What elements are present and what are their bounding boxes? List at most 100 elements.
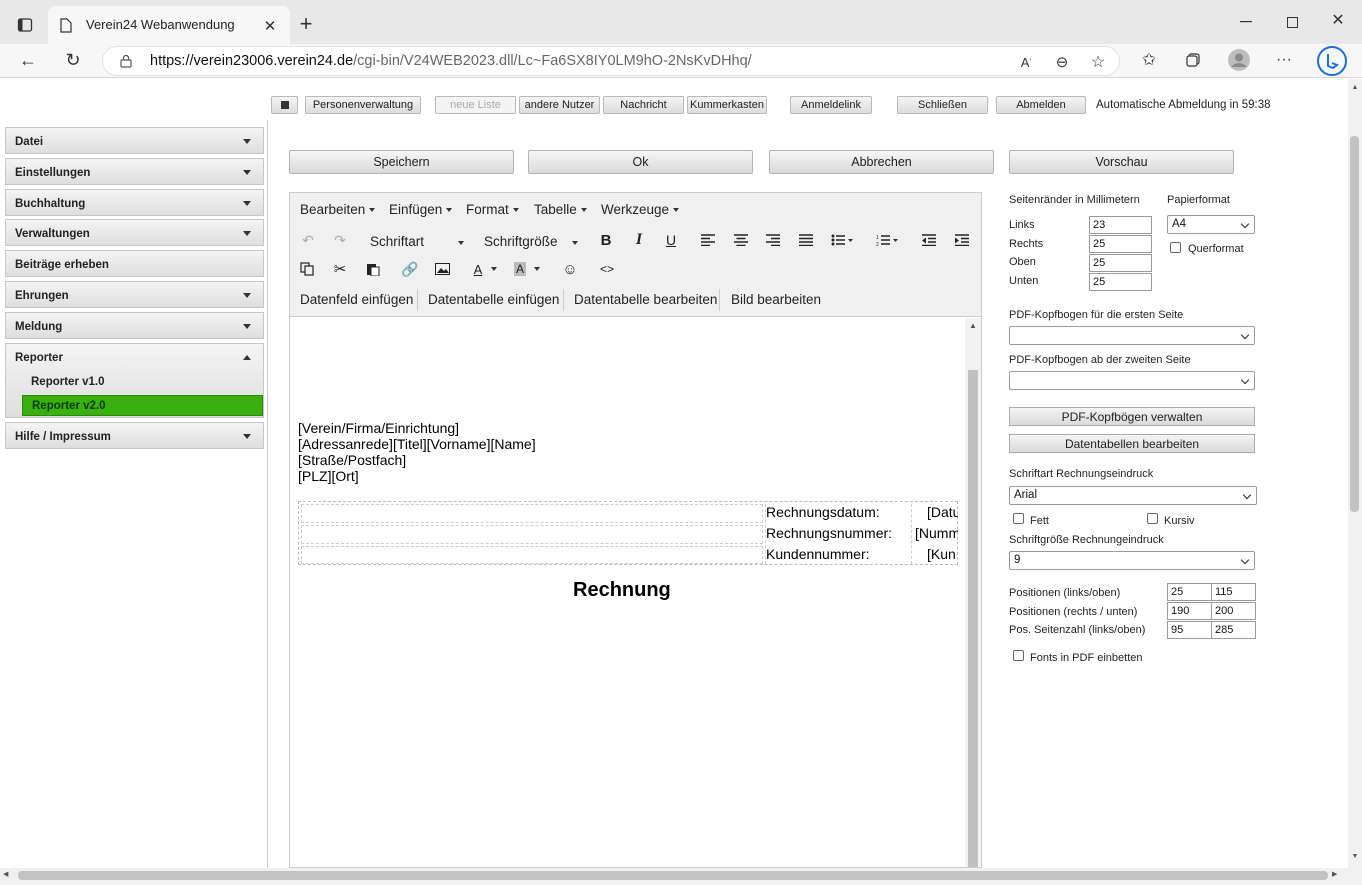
indent-icon[interactable] xyxy=(950,229,974,251)
page-vertical-scrollbar-thumb[interactable] xyxy=(1350,136,1359,512)
sidebar-item-einstellungen[interactable]: Einstellungen xyxy=(5,158,264,185)
add-favorite-icon[interactable]: ☆ xyxy=(1088,52,1108,72)
chevron-down-icon[interactable] xyxy=(530,258,544,280)
kummerkasten-button[interactable]: Kummerkasten xyxy=(687,96,767,114)
bullet-list-icon[interactable] xyxy=(830,229,854,251)
pdf-second-select[interactable] xyxy=(1009,371,1255,390)
link-icon[interactable]: 🔗 xyxy=(398,258,422,280)
align-right-icon[interactable] xyxy=(761,229,785,251)
close-tab-icon[interactable]: ✕ xyxy=(260,16,280,36)
menu-bearbeiten[interactable]: Bearbeiten xyxy=(300,202,376,217)
manage-pdf-button[interactable]: PDF-Kopfbögen verwalten xyxy=(1009,407,1255,426)
maximize-icon[interactable] xyxy=(1282,12,1302,32)
invoice-font-select[interactable]: Arial xyxy=(1009,486,1257,505)
invoice-heading[interactable]: Rechnung xyxy=(573,579,671,602)
pagenum-left-input[interactable] xyxy=(1167,621,1212,639)
collections-icon[interactable] xyxy=(1182,49,1204,71)
datenfeld-einfuegen-button[interactable]: Datenfeld einfügen xyxy=(300,292,413,307)
close-window-icon[interactable]: ✕ xyxy=(1328,10,1348,30)
scroll-down-icon[interactable]: ▼ xyxy=(1350,853,1360,863)
cancel-button[interactable]: Abbrechen xyxy=(769,150,994,174)
menu-format[interactable]: Format xyxy=(466,202,519,217)
datentabelle-einfuegen-button[interactable]: Datentabelle einfügen xyxy=(428,292,559,307)
sidebar-item-beitraege[interactable]: Beiträge erheben xyxy=(5,250,264,277)
align-left-icon[interactable] xyxy=(696,229,720,251)
menu-einfuegen[interactable]: Einfügen xyxy=(389,202,453,217)
favorites-icon[interactable]: ✩ xyxy=(1138,49,1160,71)
address-line[interactable]: [PLZ][Ort] xyxy=(298,468,359,484)
menu-werkzeuge[interactable]: Werkzeuge xyxy=(601,202,680,217)
sidebar-subitem-reporter-v2[interactable]: Reporter v2.0 xyxy=(22,395,263,416)
back-icon[interactable]: ← xyxy=(16,49,40,71)
datentabelle-bearbeiten-button[interactable]: Datentabelle bearbeiten xyxy=(574,292,717,307)
toggle-menu-button[interactable] xyxy=(271,96,298,114)
numbered-list-icon[interactable]: 12 xyxy=(875,229,899,251)
paper-format-select[interactable]: A4 xyxy=(1167,215,1255,234)
schliessen-button[interactable]: Schließen xyxy=(897,96,988,114)
bold-checkbox[interactable] xyxy=(1013,513,1024,524)
browser-tab[interactable]: Verein24 Webanwendung ✕ xyxy=(48,6,290,44)
reload-icon[interactable]: ↻ xyxy=(61,49,85,71)
source-code-icon[interactable]: <> xyxy=(595,258,619,280)
page-horizontal-scrollbar-thumb[interactable] xyxy=(18,871,1328,880)
bild-bearbeiten-button[interactable]: Bild bearbeiten xyxy=(731,292,821,307)
profile-avatar[interactable] xyxy=(1227,48,1251,72)
scroll-right-icon[interactable]: ▶ xyxy=(1332,870,1342,882)
font-size-select[interactable]: Schriftgröße xyxy=(484,234,578,249)
sidebar-item-buchhaltung[interactable]: Buchhaltung xyxy=(5,189,264,216)
address-line[interactable]: [Verein/Firma/Einrichtung] xyxy=(298,420,459,436)
sidebar-subitem-reporter-v1[interactable]: Reporter v1.0 xyxy=(22,372,263,393)
sidebar-item-hilfe[interactable]: Hilfe / Impressum xyxy=(5,422,264,449)
edit-tables-button[interactable]: Datentabellen bearbeiten xyxy=(1009,434,1255,453)
bing-icon[interactable] xyxy=(1316,45,1348,77)
scroll-left-icon[interactable]: ◀ xyxy=(3,870,13,882)
bold-icon[interactable]: B xyxy=(594,229,618,251)
scroll-up-icon[interactable]: ▲ xyxy=(968,321,978,331)
sidebar-item-ehrungen[interactable]: Ehrungen xyxy=(5,281,264,308)
emoticon-icon[interactable]: ☺ xyxy=(558,258,582,280)
position-top-input[interactable] xyxy=(1211,583,1256,601)
position-right-input[interactable] xyxy=(1167,602,1212,620)
font-family-select[interactable]: Schriftart xyxy=(370,234,464,249)
abmelden-button[interactable]: Abmelden xyxy=(996,96,1086,114)
align-center-icon[interactable] xyxy=(729,229,753,251)
menu-tabelle[interactable]: Tabelle xyxy=(534,202,587,217)
personenverwaltung-button[interactable]: Personenverwaltung xyxy=(305,96,421,114)
position-bottom-input[interactable] xyxy=(1211,602,1256,620)
nachricht-button[interactable]: Nachricht xyxy=(603,96,684,114)
align-justify-icon[interactable] xyxy=(794,229,818,251)
margin-bottom-input[interactable] xyxy=(1089,273,1152,291)
andere-nutzer-button[interactable]: andere Nutzer xyxy=(519,96,600,114)
background-color-icon[interactable]: A xyxy=(508,258,532,280)
cut-icon[interactable]: ✂ xyxy=(328,258,352,280)
preview-button[interactable]: Vorschau xyxy=(1009,150,1234,174)
address-line[interactable]: [Adressanrede][Titel][Vorname][Name] xyxy=(298,436,536,452)
address-line[interactable]: [Straße/Postfach] xyxy=(298,452,406,468)
sidebar-item-meldung[interactable]: Meldung xyxy=(5,312,264,339)
paste-icon[interactable] xyxy=(361,258,385,280)
anmeldelink-button[interactable]: Anmeldelink xyxy=(790,96,872,114)
ok-button[interactable]: Ok xyxy=(528,150,753,174)
sidebar-item-verwaltungen[interactable]: Verwaltungen xyxy=(5,219,264,246)
sidebar-item-datei[interactable]: Datei xyxy=(5,127,264,154)
landscape-checkbox[interactable] xyxy=(1170,242,1181,253)
save-button[interactable]: Speichern xyxy=(289,150,514,174)
scroll-up-icon[interactable]: ▲ xyxy=(1350,84,1360,94)
image-icon[interactable] xyxy=(430,258,454,280)
editor-scrollbar-thumb[interactable] xyxy=(968,370,978,867)
redo-icon[interactable]: ↷ xyxy=(328,229,352,251)
new-tab-icon[interactable]: + xyxy=(294,11,318,36)
chevron-down-icon[interactable] xyxy=(487,258,501,280)
read-aloud-icon[interactable]: Aʼ xyxy=(1016,52,1036,72)
margin-right-input[interactable] xyxy=(1089,235,1152,253)
italic-checkbox[interactable] xyxy=(1147,513,1158,524)
lock-icon[interactable] xyxy=(118,53,134,69)
margin-top-input[interactable] xyxy=(1089,254,1152,272)
embed-fonts-checkbox[interactable] xyxy=(1013,650,1024,661)
zoom-out-icon[interactable]: ⊖ xyxy=(1052,52,1072,72)
outdent-icon[interactable] xyxy=(917,229,941,251)
minimize-icon[interactable] xyxy=(1236,12,1256,32)
neue-liste-button[interactable]: neue Liste xyxy=(435,96,516,114)
underline-icon[interactable]: U xyxy=(659,229,683,251)
invoice-size-select[interactable]: 9 xyxy=(1009,551,1255,570)
